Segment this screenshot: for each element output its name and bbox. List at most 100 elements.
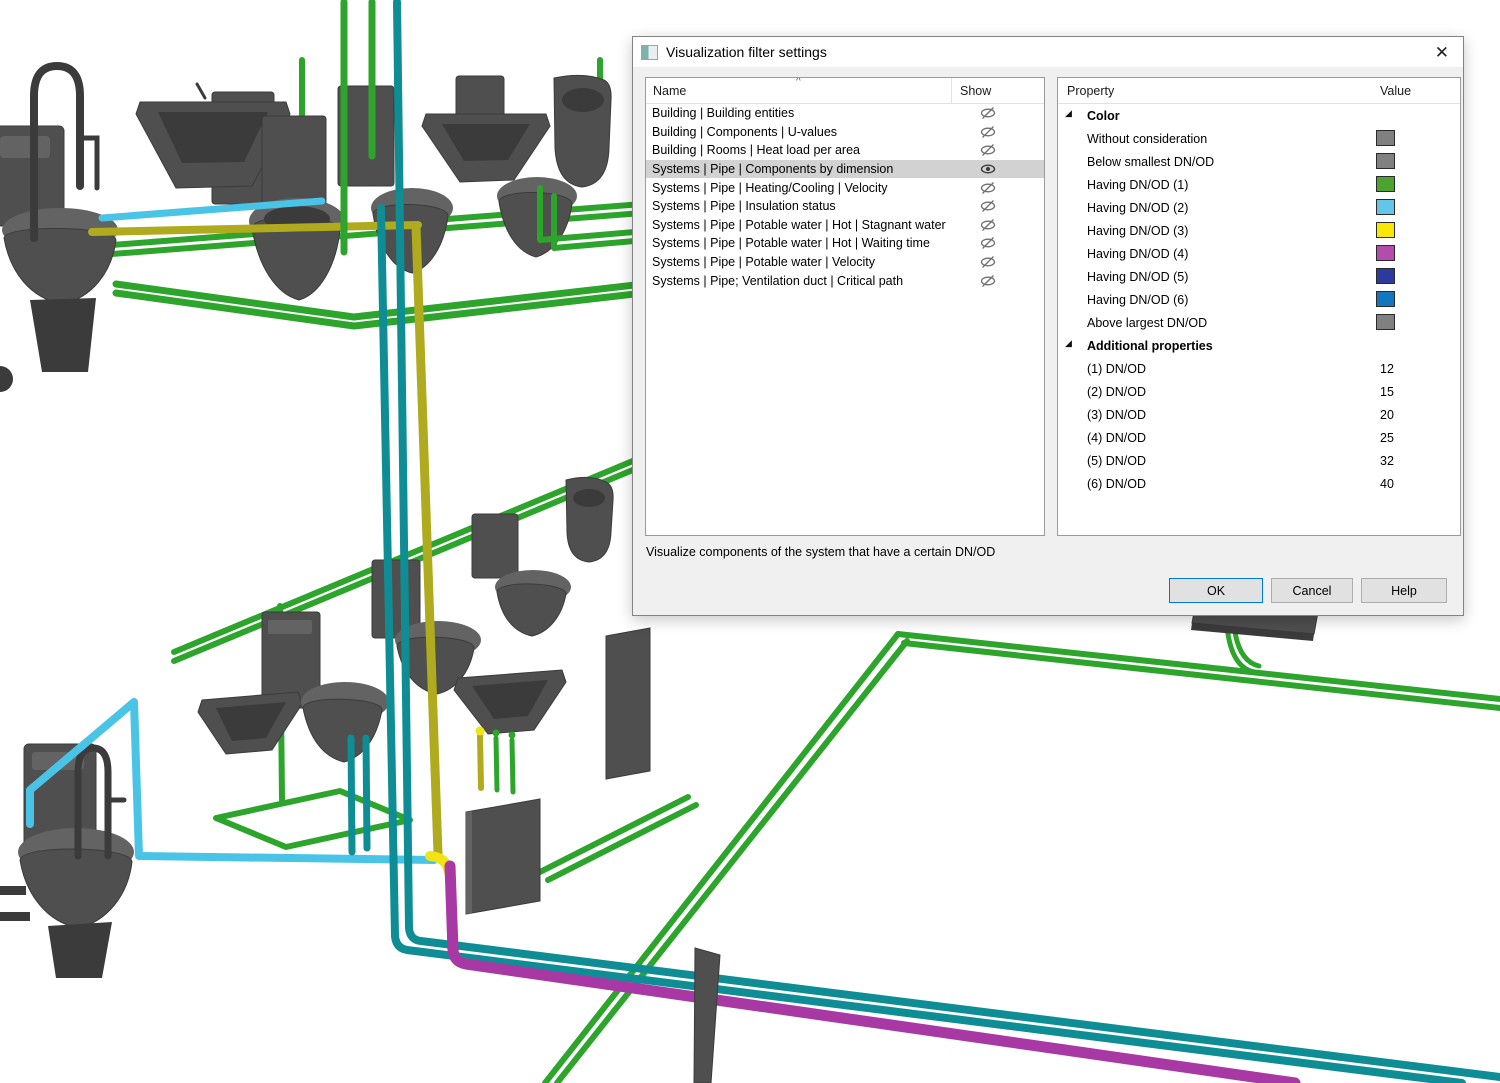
property-label: Having DN/OD (2) (1087, 201, 1188, 215)
filter-list-rows: Building | Building entities Building | C… (646, 104, 1044, 535)
wall-toilet (495, 570, 571, 636)
filter-list-row[interactable]: Systems | Pipe | Potable water | Hot | S… (646, 216, 1044, 235)
filter-name-label: Systems | Pipe | Components by dimension (652, 162, 962, 176)
visibility-off-eye-icon[interactable] (962, 107, 1014, 119)
show-column-header[interactable]: Show (951, 78, 1022, 103)
filter-list-row[interactable]: Building | Components | U-values (646, 123, 1044, 142)
property-value: 12 (1380, 362, 1394, 376)
property-value: 20 (1380, 408, 1394, 422)
filter-name-label: Systems | Pipe | Insulation status (652, 199, 962, 213)
filter-list-row[interactable]: Systems | Pipe | Insulation status (646, 197, 1044, 216)
color-swatch[interactable] (1376, 222, 1395, 238)
collapse-triangle-icon[interactable]: ◢ (1065, 108, 1072, 119)
visualization-filter-dialog: Visualization filter settings ✕ Name ^ S… (632, 36, 1464, 616)
filter-list-row[interactable]: Building | Rooms | Heat load per area (646, 141, 1044, 160)
dialog-title: Visualization filter settings (666, 44, 827, 60)
property-label: (1) DN/OD (1087, 362, 1146, 376)
filter-description: Visualize components of the system that … (646, 545, 1346, 559)
wall-toilet (301, 682, 389, 762)
filter-name-label: Building | Rooms | Heat load per area (652, 143, 962, 157)
filter-name-label: Building | Building entities (652, 106, 962, 120)
visibility-off-eye-icon[interactable] (962, 200, 1014, 212)
property-label: Above largest DN/OD (1087, 316, 1207, 330)
filter-name-label: Systems | Pipe | Potable water | Hot | S… (652, 218, 962, 232)
ok-button[interactable]: OK (1169, 578, 1263, 603)
color-swatch[interactable] (1376, 176, 1395, 192)
help-button[interactable]: Help (1361, 578, 1447, 603)
filter-list-row[interactable]: Systems | Pipe | Heating/Cooling | Veloc… (646, 178, 1044, 197)
color-swatch[interactable] (1376, 153, 1395, 169)
ground-floor-pipe-loop (545, 606, 1500, 1083)
filter-name-label: Building | Components | U-values (652, 125, 962, 139)
property-value: 15 (1380, 385, 1394, 399)
filter-list-row[interactable]: Building | Building entities (646, 104, 1044, 123)
property-row: Having DN/OD (3) (1058, 219, 1460, 242)
property-group-label: Additional properties (1087, 339, 1213, 353)
property-row: Above largest DN/OD (1058, 311, 1460, 334)
urinal (554, 75, 611, 187)
property-label: (2) DN/OD (1087, 385, 1146, 399)
property-value: 25 (1380, 431, 1394, 445)
filter-list-row[interactable]: Systems | Pipe; Ventilation duct | Criti… (646, 271, 1044, 290)
radiator-panel (606, 628, 650, 779)
property-row: Having DN/OD (6) (1058, 288, 1460, 311)
property-row: (2) DN/OD 15 (1058, 380, 1460, 403)
filter-name-label: Systems | Pipe; Ventilation duct | Criti… (652, 274, 962, 288)
property-row: Without consideration (1058, 127, 1460, 150)
property-group-row[interactable]: ◢ Additional properties (1058, 334, 1460, 357)
color-swatch[interactable] (1376, 245, 1395, 261)
property-panel-header: Property Value (1058, 78, 1460, 104)
visibility-off-eye-icon[interactable] (962, 144, 1014, 156)
color-swatch[interactable] (1376, 130, 1395, 146)
visibility-off-eye-icon[interactable] (962, 237, 1014, 249)
property-label: Having DN/OD (5) (1087, 270, 1188, 284)
color-swatch[interactable] (1376, 291, 1395, 307)
color-swatch[interactable] (1376, 314, 1395, 330)
property-label: (6) DN/OD (1087, 477, 1146, 491)
close-icon[interactable]: ✕ (1431, 42, 1453, 63)
color-swatch[interactable] (1376, 199, 1395, 215)
property-row: Having DN/OD (5) (1058, 265, 1460, 288)
filter-list-panel: Name ^ Show Building | Building entities… (645, 77, 1045, 536)
property-label: Having DN/OD (4) (1087, 247, 1188, 261)
value-column-header: Value (1380, 84, 1411, 98)
property-row: (1) DN/OD 12 (1058, 357, 1460, 380)
filter-list-row[interactable]: Systems | Pipe | Potable water | Hot | W… (646, 234, 1044, 253)
filter-name-label: Systems | Pipe | Potable water | Velocit… (652, 255, 962, 269)
property-panel: Property Value ◢Color Without considerati… (1057, 77, 1461, 536)
urinal (566, 477, 613, 562)
visibility-off-eye-icon[interactable] (962, 219, 1014, 231)
visibility-off-eye-icon[interactable] (962, 256, 1014, 268)
filter-list-row[interactable]: Systems | Pipe | Potable water | Velocit… (646, 253, 1044, 272)
dialog-window-icon (641, 45, 658, 60)
dialog-titlebar[interactable]: Visualization filter settings ✕ (633, 37, 1463, 67)
visibility-off-eye-icon[interactable] (962, 126, 1014, 138)
property-row: (5) DN/OD32 (1058, 449, 1460, 472)
filter-name-label: Systems | Pipe | Potable water | Hot | W… (652, 236, 962, 250)
washbasin (422, 76, 550, 182)
property-row: Below smallest DN/OD (1058, 150, 1460, 173)
property-row: (3) DN/OD 20 (1058, 403, 1460, 426)
filter-name-label: Systems | Pipe | Heating/Cooling | Veloc… (652, 181, 962, 195)
property-label: Having DN/OD (3) (1087, 224, 1188, 238)
property-value: 40 (1380, 477, 1394, 491)
property-row: Having DN/OD (1) (1058, 173, 1460, 196)
property-group-row[interactable]: ◢Color (1058, 104, 1460, 127)
color-swatch[interactable] (1376, 268, 1395, 284)
visibility-on-eye-icon[interactable] (962, 163, 1014, 175)
wall-wedge (694, 948, 720, 1083)
toilet (0, 126, 118, 372)
property-label: (5) DN/OD (1087, 454, 1146, 468)
property-row: (4) DN/OD25 (1058, 426, 1460, 449)
sort-ascending-icon: ^ (796, 77, 801, 87)
cancel-button[interactable]: Cancel (1271, 578, 1353, 603)
filter-list-row[interactable]: Systems | Pipe | Components by dimension (646, 160, 1044, 179)
collapse-triangle-icon[interactable]: ◢ (1065, 338, 1072, 349)
property-label: Without consideration (1087, 132, 1207, 146)
washbasin (198, 692, 302, 754)
visibility-off-eye-icon[interactable] (962, 275, 1014, 287)
visibility-off-eye-icon[interactable] (962, 182, 1014, 194)
property-label: Having DN/OD (1) (1087, 178, 1188, 192)
radiator-panel (466, 799, 540, 914)
property-label: (3) DN/OD (1087, 408, 1146, 422)
